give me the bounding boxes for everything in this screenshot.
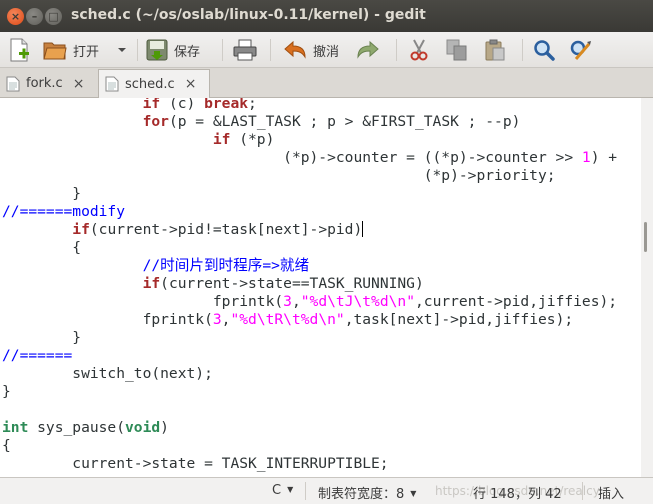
new-document-icon (10, 38, 29, 62)
code-line[interactable]: if (c) break; (2, 98, 617, 113)
code-line[interactable]: (*p)->counter = ((*p)->counter >> 1) + (2, 149, 617, 167)
minimize-icon: – (31, 10, 38, 23)
save-button[interactable]: 保存 (146, 36, 200, 64)
title-bar: × – □ sched.c (~/os/oslab/linux-0.11/ker… (0, 0, 653, 32)
cut-icon (410, 39, 428, 61)
undo-icon (284, 40, 306, 59)
code-line[interactable]: { (2, 437, 617, 455)
cursor-position: 行 148，列 42 (473, 487, 562, 502)
code-line[interactable]: //====== (2, 347, 617, 365)
redo-icon (357, 40, 379, 59)
tab-fork-c[interactable]: fork.c × (0, 69, 96, 98)
open-button[interactable]: 打开 (43, 36, 99, 64)
recent-files-dropdown[interactable] (117, 36, 127, 64)
code-line[interactable]: switch_to(next); (2, 365, 617, 383)
text-file-icon (105, 76, 119, 92)
paste-button[interactable] (484, 36, 506, 64)
text-file-icon (6, 76, 20, 91)
status-separator (305, 482, 306, 500)
toolbar-separator (522, 39, 523, 61)
code-line[interactable] (2, 401, 617, 419)
copy-icon (446, 39, 467, 61)
copy-button[interactable] (446, 36, 468, 64)
toolbar-separator (270, 39, 271, 61)
open-label: 打开 (73, 44, 100, 60)
code-line[interactable]: for(p = &LAST_TASK ; p > &FIRST_TASK ; -… (2, 113, 617, 131)
close-window-button[interactable]: × (7, 8, 24, 25)
code-line[interactable]: //======modify (2, 203, 617, 221)
toolbar-separator (137, 39, 138, 61)
minimize-window-button[interactable]: – (26, 8, 43, 25)
tab-sched-c[interactable]: sched.c × (98, 69, 210, 98)
find-replace-icon (570, 40, 591, 60)
code-line[interactable]: } (2, 329, 617, 347)
toolbar-separator (222, 39, 223, 61)
code-line[interactable]: { (2, 239, 617, 257)
code-line[interactable]: } (2, 185, 617, 203)
open-folder-icon (43, 42, 67, 60)
status-separator (582, 482, 583, 500)
chevron-down-icon: ▼ (410, 489, 417, 498)
undo-button[interactable]: 撤消 (283, 36, 339, 64)
code-line[interactable]: (*p)->priority; (2, 167, 617, 185)
find-replace-button[interactable] (570, 36, 592, 64)
toolbar: 打开 保存 撤消 (0, 32, 653, 68)
search-button[interactable] (533, 36, 555, 64)
code-line[interactable]: fprintk(3,"%d\tJ\t%d\n",current->pid,jif… (2, 293, 617, 311)
chevron-down-icon: ▼ (287, 485, 294, 494)
text-cursor (362, 221, 364, 237)
save-icon (146, 39, 168, 61)
tab-width-label: 制表符宽度：8 (318, 487, 405, 502)
code-line[interactable]: fprintk(3,"%d\tR\t%d\n",task[next]->pid,… (2, 311, 617, 329)
code-line[interactable]: if(current->pid!=task[next]->pid) (2, 221, 617, 239)
new-document-button[interactable] (8, 36, 30, 64)
code-line[interactable]: int sys_pause(void) (2, 419, 617, 437)
print-button[interactable] (233, 36, 257, 64)
code-line[interactable]: if (*p) (2, 131, 617, 149)
cut-button[interactable] (408, 36, 430, 64)
tab-width-selector[interactable]: 制表符宽度：8 ▼ (318, 483, 416, 502)
language-selector[interactable]: C ▼ (272, 483, 293, 498)
save-label: 保存 (174, 44, 201, 60)
chevron-down-icon (118, 48, 126, 52)
maximize-icon: □ (48, 10, 59, 23)
close-icon: × (10, 10, 21, 23)
code-line[interactable]: current->state = TASK_INTERRUPTIBLE; (2, 455, 617, 473)
code-line[interactable]: if(current->state==TASK_RUNNING) (2, 275, 617, 293)
status-bar: C ▼ 制表符宽度：8 ▼ https://blog.csdn.net/realcy… (0, 477, 653, 504)
code-editor[interactable]: if (c) break; for(p = &LAST_TASK ; p > &… (0, 98, 641, 477)
toolbar-separator (396, 39, 397, 61)
scrollbar-thumb[interactable] (644, 222, 647, 252)
tab-label: fork.c (26, 76, 63, 91)
vertical-scrollbar[interactable] (641, 98, 653, 477)
language-label: C (272, 483, 282, 498)
close-tab-icon[interactable]: × (185, 76, 197, 92)
paste-icon (485, 39, 505, 61)
redo-button[interactable] (356, 36, 380, 64)
print-icon (233, 39, 257, 61)
undo-label: 撤消 (313, 44, 340, 60)
maximize-window-button[interactable]: □ (45, 8, 62, 25)
code-line[interactable]: //时间片到时程序=>就绪 (2, 257, 617, 275)
tab-label: sched.c (125, 76, 175, 92)
insert-mode: 插入 (598, 487, 625, 502)
document-tabs: fork.c × sched.c × (0, 68, 653, 98)
window-title: sched.c (~/os/oslab/linux-0.11/kernel) -… (71, 7, 426, 23)
code-text[interactable]: if (c) break; for(p = &LAST_TASK ; p > &… (2, 98, 617, 473)
search-icon (534, 40, 555, 61)
code-line[interactable]: } (2, 383, 617, 401)
close-tab-icon[interactable]: × (73, 76, 85, 92)
